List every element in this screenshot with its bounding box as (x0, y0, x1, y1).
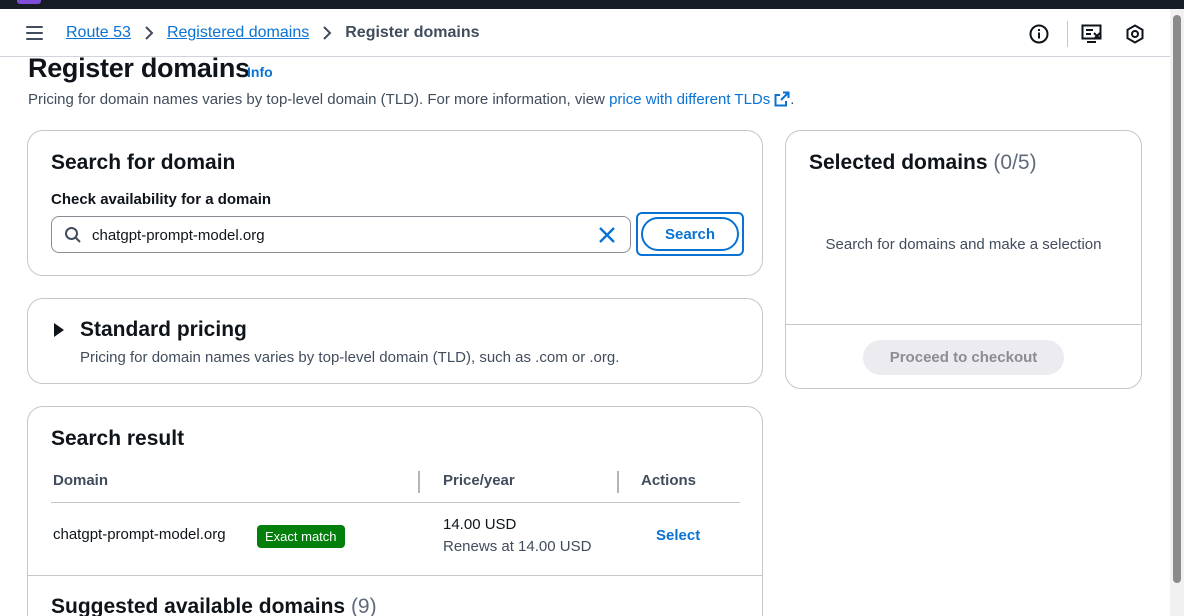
page-description: Pricing for domain names varies by top-l… (28, 91, 794, 111)
close-icon[interactable] (598, 226, 616, 249)
selected-domains-card: Selected domains (0/5) Search for domain… (785, 130, 1142, 389)
breadcrumb-current: Register domains (345, 24, 480, 41)
column-header-actions: Actions (641, 472, 697, 489)
page-title: Register domains (28, 53, 250, 83)
column-resizer[interactable] (617, 471, 619, 493)
select-domain-button[interactable]: Select (656, 527, 700, 544)
availability-label: Check availability for a domain (51, 191, 272, 208)
external-link-icon (774, 91, 790, 111)
domain-search-input[interactable] (92, 223, 572, 247)
search-domain-card: Search for domain Check availability for… (27, 130, 763, 276)
column-resizer[interactable] (418, 471, 420, 493)
search-card-title: Search for domain (51, 151, 236, 174)
breadcrumb-registered-domains[interactable]: Registered domains (167, 24, 309, 42)
exact-match-badge: Exact match (257, 525, 345, 548)
search-result-card: Search result Domain Price/year Actions … (27, 406, 763, 616)
proceed-to-checkout-button[interactable]: Proceed to checkout (863, 340, 1064, 375)
selected-card-title: Selected domains (0/5) (809, 151, 1037, 175)
suggested-count: (9) (350, 595, 377, 616)
selected-title-text: Selected domains (809, 151, 988, 174)
feedback-monitor-icon[interactable] (1080, 22, 1104, 46)
page-scrollbar[interactable] (1170, 9, 1184, 616)
result-domain-name: chatgpt-prompt-model.org (53, 526, 226, 543)
domain-search-box[interactable] (51, 216, 631, 253)
column-header-domain[interactable]: Domain (53, 472, 108, 489)
scrollbar-thumb[interactable] (1173, 15, 1181, 583)
selected-divider (786, 324, 1141, 325)
info-link[interactable]: Info (247, 64, 273, 80)
nav-divider (1067, 21, 1068, 47)
search-icon (64, 226, 82, 249)
chevron-right-icon (309, 26, 345, 40)
breadcrumb: Route 53 Registered domains Register dom… (66, 23, 480, 43)
selected-empty-message: Search for domains and make a selection (825, 236, 1102, 253)
pricing-description: Pricing for domain names varies by top-l… (80, 349, 620, 366)
tld-pricing-link-label: price with different TLDs (609, 91, 771, 108)
table-header-divider (51, 502, 740, 503)
pricing-card-title[interactable]: Standard pricing (80, 318, 247, 342)
result-card-title: Search result (51, 427, 185, 450)
info-circle-icon[interactable] (1027, 22, 1051, 46)
cloudshell-hex-icon[interactable] (1123, 22, 1147, 46)
result-renewal-price: Renews at 14.00 USD (443, 538, 592, 555)
chevron-right-icon (131, 26, 167, 40)
breadcrumb-route53[interactable]: Route 53 (66, 24, 131, 42)
standard-pricing-card[interactable]: Standard pricing Pricing for domain name… (27, 298, 763, 384)
search-button-focus-ring: Search (636, 212, 744, 256)
top-app-bar (0, 0, 1184, 9)
tld-pricing-link[interactable]: price with different TLDs (609, 91, 790, 108)
suggested-title-text: Suggested available domains (51, 595, 346, 616)
menu-icon[interactable] (24, 23, 46, 43)
description-end: . (790, 91, 795, 108)
result-price: 14.00 USD (443, 516, 517, 533)
utility-icons (1027, 21, 1147, 47)
suggested-domains-title: Suggested available domains (9) (51, 595, 377, 616)
app-logo[interactable] (17, 0, 41, 4)
caret-right-icon[interactable] (53, 323, 65, 342)
navigation-bar: Route 53 Registered domains Register dom… (0, 9, 1170, 57)
column-header-price[interactable]: Price/year (443, 472, 515, 489)
description-text: Pricing for domain names varies by top-l… (28, 91, 605, 108)
search-button[interactable]: Search (641, 217, 739, 251)
selected-count: (0/5) (993, 151, 1037, 174)
row-divider (28, 575, 762, 576)
